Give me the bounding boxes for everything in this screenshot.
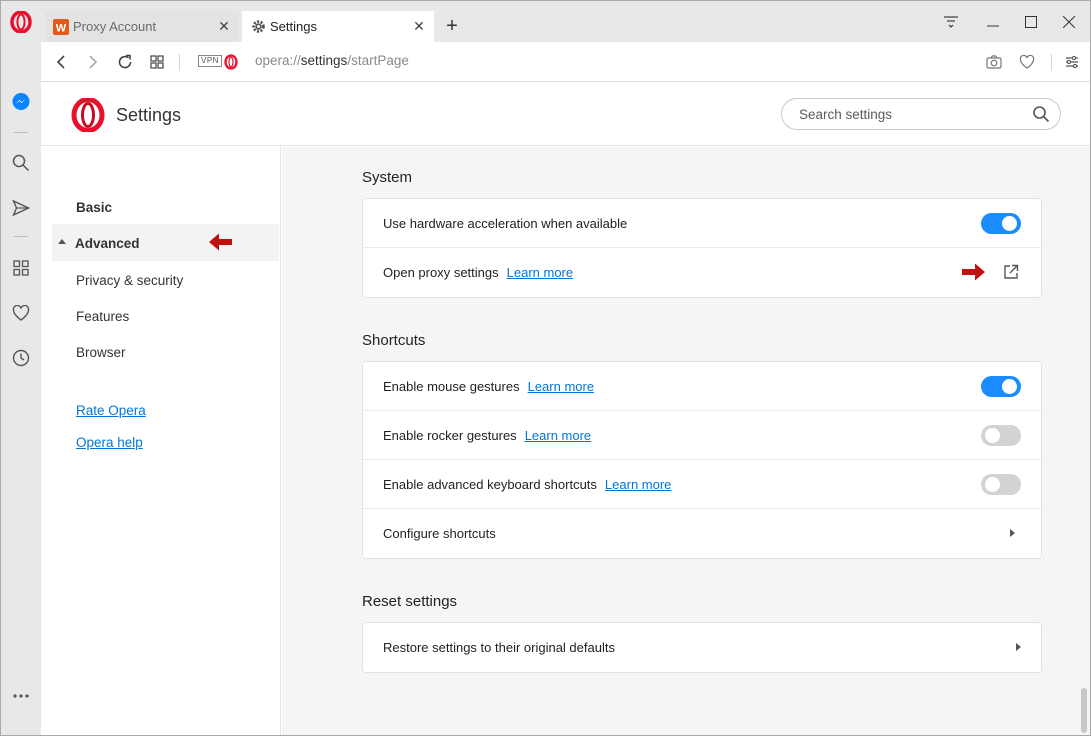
heart-icon[interactable] — [10, 302, 32, 324]
vpn-badge[interactable]: VPN — [198, 55, 222, 67]
url-host: settings — [300, 53, 348, 68]
sidebar-divider — [14, 132, 28, 133]
nav-browser[interactable]: Browser — [76, 345, 126, 360]
address-divider — [179, 54, 180, 71]
send-icon[interactable] — [10, 197, 32, 219]
speed-dial-icon[interactable] — [10, 257, 32, 279]
external-link-icon[interactable] — [1003, 264, 1019, 280]
tab-settings[interactable]: Settings ✕ — [242, 11, 434, 42]
history-clock-icon[interactable] — [10, 347, 32, 369]
close-window-button[interactable] — [1057, 11, 1081, 33]
snapshot-camera-icon[interactable] — [983, 51, 1005, 73]
opera-page-icon — [224, 54, 238, 70]
mouse-gestures-toggle[interactable] — [981, 376, 1021, 397]
new-tab-button[interactable]: + — [443, 15, 461, 37]
toggle-knob — [985, 477, 1000, 492]
toggle-knob — [1002, 379, 1017, 394]
configure-shortcuts-row[interactable]: Configure shortcuts — [363, 509, 1041, 558]
tab-close-icon[interactable]: ✕ — [217, 18, 231, 34]
address-bar: VPN opera://settings/startPage — [41, 42, 1090, 82]
url-field[interactable]: opera://settings/startPage — [255, 53, 409, 68]
rate-opera-link[interactable]: Rate Opera — [76, 403, 146, 418]
chevron-right-icon — [1010, 529, 1015, 537]
keyboard-shortcuts-row[interactable]: Enable advanced keyboard shortcuts Learn… — [363, 460, 1041, 509]
section-title-system: System — [362, 169, 413, 186]
search-settings-input[interactable]: Search settings — [781, 98, 1061, 130]
toggle-knob — [1002, 216, 1017, 231]
restore-defaults-row[interactable]: Restore settings to their original defau… — [363, 623, 1041, 672]
section-title-shortcuts: Shortcuts — [362, 332, 426, 349]
search-placeholder: Search settings — [799, 107, 893, 122]
url-scheme: opera:// — [255, 53, 301, 68]
settings-nav: Basic Advanced Privacy & security Featur… — [41, 147, 281, 735]
proxy-settings-row[interactable]: Open proxy settings Learn more — [363, 248, 1041, 297]
chevron-right-icon — [1016, 643, 1021, 651]
search-icon — [1033, 106, 1050, 123]
page-title: Settings — [116, 105, 182, 125]
toggle-knob — [985, 428, 1000, 443]
tab-menu-icon[interactable] — [939, 11, 963, 33]
tab-overview-icon[interactable] — [146, 51, 168, 73]
scrollbar-thumb[interactable] — [1081, 688, 1087, 733]
row-label: Restore settings to their original defau… — [383, 640, 615, 655]
maximize-button[interactable] — [1019, 11, 1043, 33]
opera-menu-icon[interactable] — [10, 11, 32, 33]
annotation-arrow-left-icon — [209, 233, 232, 251]
mouse-gestures-row[interactable]: Enable mouse gestures Learn more — [363, 362, 1041, 411]
address-divider — [1051, 54, 1052, 71]
nav-features[interactable]: Features — [76, 309, 129, 324]
settings-content: System Use hardware acceleration when av… — [282, 147, 1090, 735]
back-button[interactable] — [50, 51, 72, 73]
opera-sidebar — [1, 42, 41, 735]
row-label: Use hardware acceleration when available — [383, 215, 628, 231]
system-card: Use hardware acceleration when available… — [362, 198, 1042, 298]
shortcuts-card: Enable mouse gestures Learn more Enable … — [362, 361, 1042, 559]
tab-title: Settings — [270, 19, 317, 34]
nav-privacy-security[interactable]: Privacy & security — [76, 273, 183, 288]
reload-button[interactable] — [114, 51, 136, 73]
keyboard-shortcuts-toggle[interactable] — [981, 474, 1021, 495]
forward-button[interactable] — [82, 51, 104, 73]
hardware-acceleration-row[interactable]: Use hardware acceleration when available — [363, 199, 1041, 248]
section-title-reset: Reset settings — [362, 593, 458, 610]
tab-title: Proxy Account — [73, 19, 157, 34]
learn-more-link[interactable]: Learn more — [525, 428, 591, 443]
messenger-icon[interactable] — [10, 91, 32, 113]
sidebar-divider — [14, 236, 28, 237]
tab-proxy-account[interactable]: W Proxy Account ✕ — [45, 11, 239, 42]
row-label: Enable mouse gestures — [383, 378, 520, 394]
bookmark-heart-icon[interactable] — [1016, 51, 1038, 73]
opera-help-link[interactable]: Opera help — [76, 435, 143, 450]
tab-strip: W Proxy Account ✕ Settings ✕ + — [1, 1, 1090, 42]
rocker-gestures-toggle[interactable] — [981, 425, 1021, 446]
url-path: /startPage — [347, 53, 409, 68]
collapse-caret-icon[interactable] — [58, 239, 66, 244]
nav-basic[interactable]: Basic — [76, 200, 112, 215]
row-label: Enable advanced keyboard shortcuts — [383, 476, 597, 492]
learn-more-link[interactable]: Learn more — [605, 477, 671, 492]
row-label: Open proxy settings — [383, 265, 499, 280]
row-label: Enable rocker gestures — [383, 427, 517, 443]
learn-more-link[interactable]: Learn more — [528, 379, 594, 394]
svg-text:W: W — [56, 22, 67, 34]
search-icon[interactable] — [10, 152, 32, 174]
tab-close-icon[interactable]: ✕ — [412, 18, 426, 34]
minimize-button[interactable] — [981, 11, 1005, 33]
opera-logo-icon — [71, 98, 105, 132]
reset-card: Restore settings to their original defau… — [362, 622, 1042, 673]
hardware-acceleration-toggle[interactable] — [981, 213, 1021, 234]
easy-setup-icon[interactable] — [1061, 51, 1083, 73]
more-options-icon[interactable] — [10, 685, 32, 707]
annotation-arrow-right-icon — [962, 263, 985, 281]
proxy-site-favicon-icon: W — [53, 18, 69, 35]
nav-advanced[interactable]: Advanced — [75, 236, 140, 251]
settings-page: Settings Search settings Basic Advanced … — [41, 82, 1090, 735]
settings-header: Settings Search settings — [41, 82, 1090, 146]
row-label: Configure shortcuts — [383, 526, 496, 541]
browser-window: W Proxy Account ✕ Settings ✕ + VPN opera… — [0, 0, 1091, 736]
learn-more-link[interactable]: Learn more — [507, 265, 573, 280]
gear-icon — [250, 19, 266, 35]
rocker-gestures-row[interactable]: Enable rocker gestures Learn more — [363, 411, 1041, 460]
